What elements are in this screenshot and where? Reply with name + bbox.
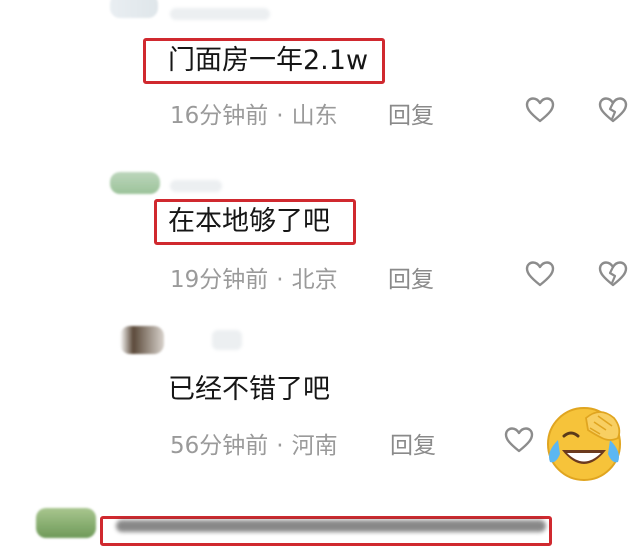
comment-text-cropped	[116, 520, 546, 532]
avatar[interactable]	[110, 172, 160, 194]
username-blurred[interactable]	[212, 330, 242, 350]
reply-button[interactable]: 回复	[390, 426, 436, 460]
comment-meta: 16分钟前 · 山东	[170, 96, 338, 130]
avatar[interactable]	[110, 0, 158, 18]
comment-text: 已经不错了吧	[168, 374, 330, 405]
comment-time: 16分钟前	[170, 103, 269, 129]
comment-location: 山东	[291, 103, 338, 129]
heart-outline-icon[interactable]	[524, 94, 556, 126]
meta-separator: ·	[276, 267, 284, 293]
reply-button[interactable]: 回复	[388, 260, 434, 294]
heart-outline-icon[interactable]	[503, 424, 535, 456]
comment-meta: 19分钟前 · 北京	[170, 260, 338, 294]
comment-meta: 56分钟前 · 河南	[170, 426, 338, 460]
crying-laughing-emoji-icon	[540, 398, 628, 486]
comment-text: 在本地够了吧	[168, 206, 330, 237]
comment-location: 河南	[291, 433, 338, 459]
meta-separator: ·	[276, 433, 284, 459]
reply-button[interactable]: 回复	[388, 96, 434, 130]
comment-text: 门面房一年2.1w	[168, 45, 369, 76]
comment-time: 19分钟前	[170, 267, 269, 293]
broken-heart-icon[interactable]	[597, 94, 629, 126]
avatar[interactable]	[36, 508, 96, 538]
broken-heart-icon[interactable]	[597, 258, 629, 290]
username-blurred[interactable]	[170, 8, 270, 20]
comment-time: 56分钟前	[170, 433, 269, 459]
avatar[interactable]	[120, 326, 164, 354]
heart-outline-icon[interactable]	[524, 258, 556, 290]
comment-location: 北京	[291, 267, 338, 293]
username-blurred[interactable]	[170, 180, 222, 192]
meta-separator: ·	[276, 103, 284, 129]
